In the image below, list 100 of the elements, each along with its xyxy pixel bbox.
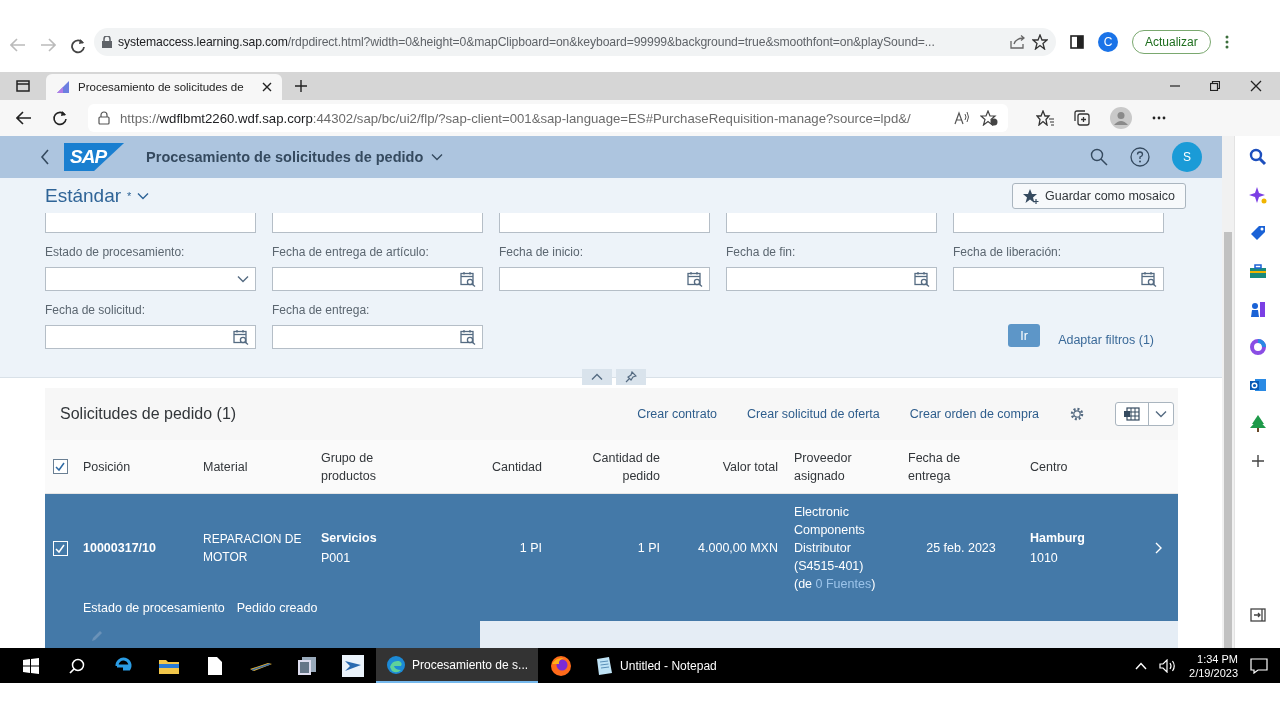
toolbar-action[interactable]: Crear orden de compra <box>909 407 1039 421</box>
plane-app-icon[interactable] <box>342 654 364 677</box>
filter-label: Fecha de entrega de artículo: <box>272 245 430 259</box>
share-icon[interactable] <box>1010 35 1026 49</box>
kebab-menu-icon[interactable] <box>1224 35 1229 49</box>
date-field[interactable] <box>953 267 1164 291</box>
table-cell-text: Servicios <box>321 531 378 546</box>
pin-button[interactable] <box>616 369 646 385</box>
browser-tab[interactable]: Procesamiento de solicitudes de <box>46 74 282 100</box>
start-icon[interactable] <box>23 657 39 674</box>
reload-icon[interactable] <box>52 110 68 126</box>
chevron-down-icon <box>431 153 444 161</box>
column-header: Grupo de productos <box>320 449 377 485</box>
input-field[interactable] <box>272 213 483 233</box>
dropdown-field[interactable] <box>45 267 256 291</box>
sparkle-icon[interactable] <box>1248 186 1267 204</box>
filter-label: Fecha de inicio: <box>499 245 585 259</box>
table-cell-text: Hamburg <box>1030 531 1086 546</box>
new-tab-icon[interactable] <box>294 79 308 93</box>
help-icon[interactable] <box>1130 147 1150 167</box>
table-cell-text: P001 <box>321 551 352 566</box>
taskbar-clock[interactable]: 1:34 PM 2/19/2023 <box>1189 651 1238 680</box>
filter-label: Fecha de liberación: <box>953 245 1063 259</box>
column-header: Material <box>202 458 249 476</box>
pencil-icon <box>90 629 104 643</box>
toolbar-action[interactable]: Crear solicitud de oferta <box>747 407 880 421</box>
side-panel-icon[interactable] <box>1070 35 1084 49</box>
search-icon[interactable] <box>69 657 85 674</box>
back-icon[interactable] <box>16 111 32 125</box>
panel-icon[interactable] <box>1248 606 1267 624</box>
chevron-up-icon[interactable] <box>1135 661 1148 670</box>
select-all-checkbox[interactable] <box>52 459 68 474</box>
column-header: Cantidad de pedido <box>591 449 661 485</box>
calendar-search-icon <box>1141 271 1157 287</box>
window-stack-icon[interactable] <box>297 655 317 676</box>
toolbox-icon[interactable] <box>1248 262 1267 280</box>
table-row[interactable]: 10000317/10 REPARACION DE MOTOR Servicios P001 1 PI 1 PI 4.000,00 MXN Electronic Components Distributor (S4515-401) (de 0 Fuentes) 25 feb. 2023 Hamburg 1010 Estado de procesamiento Pedido creado <box>45 494 1178 621</box>
save-tile-button[interactable]: Guardar como mosaico <box>1012 182 1186 209</box>
collections-icon[interactable] <box>1074 110 1090 126</box>
date-field[interactable] <box>499 267 710 291</box>
pen-icon[interactable] <box>250 660 272 671</box>
sap-logo: SAP <box>64 143 125 171</box>
notification-icon[interactable] <box>1250 657 1268 674</box>
column-header: Proveedor asignado <box>793 449 853 485</box>
favorites-icon[interactable] <box>1036 110 1054 126</box>
taskbar-window[interactable]: Procesamiento de s... <box>376 648 539 683</box>
date-field[interactable] <box>272 267 483 291</box>
profile-avatar[interactable]: C <box>1098 32 1118 52</box>
star-icon[interactable] <box>1032 34 1048 50</box>
date-field[interactable] <box>272 325 483 349</box>
date-field[interactable] <box>726 267 937 291</box>
variant-selector[interactable]: Estándar $^{*}$ <box>45 184 150 207</box>
chevron-up-icon <box>591 373 603 381</box>
table-cell-text: REPARACION DE MOTOR <box>202 531 303 567</box>
speaker-icon[interactable] <box>1159 658 1178 673</box>
chevron-down-icon <box>1155 410 1167 418</box>
reload-icon[interactable] <box>70 38 86 54</box>
back-icon <box>10 38 26 52</box>
tab-actions-icon[interactable] <box>16 80 30 92</box>
toolbar-action[interactable]: Crear contrato <box>637 407 718 421</box>
input-field[interactable] <box>726 213 937 233</box>
chess-icon[interactable] <box>1248 300 1267 318</box>
firefox-icon[interactable] <box>550 654 573 677</box>
update-button[interactable]: Actualizar <box>1132 30 1211 54</box>
detail-value: Pedido creado <box>236 601 318 615</box>
address-bar[interactable]: https://wdflbmt2260.wdf.sap.corp:44302/sap/bc/ui2/flp/?sap-client=001&sap-language=ES#PurchaseRequisition-manage?source=lpd&/ <box>88 104 1008 132</box>
read-aloud-icon[interactable] <box>954 111 970 125</box>
search-icon[interactable] <box>1248 148 1267 166</box>
date-field[interactable] <box>45 325 256 349</box>
spreadsheet-icon <box>1124 407 1140 421</box>
input-field[interactable] <box>499 213 710 233</box>
close-icon[interactable] <box>1250 80 1262 92</box>
scrollbar-thumb[interactable] <box>1224 232 1232 648</box>
adapt-filters-link[interactable]: Adaptar filtros (1) <box>1058 333 1164 347</box>
lock-icon <box>98 111 110 125</box>
row-checkbox[interactable] <box>52 540 68 556</box>
folder-icon[interactable] <box>159 657 179 674</box>
taskbar-window[interactable]: Untitled - Notepad <box>584 648 727 683</box>
close-icon[interactable] <box>262 82 272 92</box>
app-title[interactable]: Procesamiento de solicitudes de pedido <box>146 149 444 165</box>
calendar-search-icon <box>687 271 703 287</box>
table-cell-text: 1 PI <box>518 540 543 558</box>
more-icon[interactable] <box>1152 116 1166 120</box>
collapse-button[interactable] <box>582 369 612 385</box>
restore-icon[interactable] <box>1210 81 1220 91</box>
profile-icon[interactable] <box>1110 107 1132 129</box>
add-favorite-icon[interactable] <box>980 110 998 126</box>
input-field[interactable] <box>953 213 1164 233</box>
mail-icon[interactable] <box>1248 376 1267 394</box>
tree-icon[interactable] <box>1248 414 1267 432</box>
ring-icon[interactable] <box>1248 338 1267 356</box>
input-field[interactable] <box>45 213 256 233</box>
settings-icon[interactable] <box>1069 406 1085 422</box>
lock-icon <box>102 36 112 48</box>
export-menu-button[interactable] <box>1115 402 1174 426</box>
url-bar[interactable]: systemaccess.learning.sap.com/rdpdirect.html?width=0&height=0&mapClipboard=on&keyboard=99999&background=true&smoothfont=on&playSound=... <box>94 28 1056 56</box>
notepad-icon <box>594 655 615 676</box>
chevron-right-icon[interactable] <box>1155 542 1163 555</box>
forward-icon <box>40 38 56 52</box>
file-icon[interactable] <box>208 656 222 675</box>
